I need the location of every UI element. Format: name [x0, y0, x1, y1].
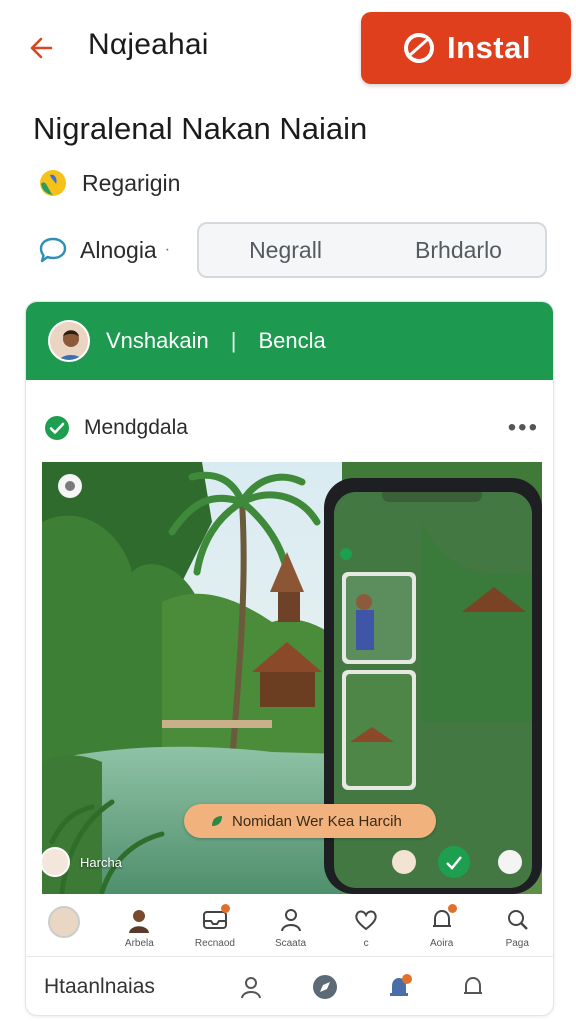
tab-negrall[interactable]: Negrall	[199, 224, 372, 276]
arrow-left-icon	[30, 37, 53, 59]
card-author-name: Vnshakain	[106, 328, 209, 353]
person-outline-icon	[241, 977, 261, 999]
avatar-icon	[47, 906, 80, 938]
chat-label: Alnogia	[80, 236, 157, 263]
bell-icon	[427, 904, 457, 934]
region-label: Regarigin	[82, 169, 181, 196]
inbox-badge	[220, 904, 230, 913]
card-header-separator: |	[230, 328, 237, 353]
chat-separator: ·	[164, 241, 171, 258]
scene-user-name: Harcha	[80, 854, 122, 870]
nav-label-paga: Paga	[505, 938, 529, 949]
card-author-sub: Bencla	[258, 328, 326, 353]
nav-label-heart: c	[363, 938, 369, 949]
nav-label-scaata: Scaata	[274, 938, 307, 949]
top-bar: Nαjeahai Instal	[0, 0, 576, 96]
nav-item-avatar[interactable]	[26, 906, 102, 942]
footer-label: Htaanlnaias	[44, 975, 155, 998]
card-header: Vnshakain | Bencla	[26, 302, 553, 380]
nav-label-arbela: Arbela	[124, 938, 154, 949]
toast-text: Nomidan Wer Kea Harcih	[232, 812, 402, 830]
install-icon	[404, 33, 435, 63]
app-title: Nαjeahai	[88, 28, 209, 61]
post-card: Vnshakain | Bencla Mendgdala ••• Nomidan…	[25, 301, 554, 1016]
install-button[interactable]: Instal	[361, 12, 571, 84]
verified-check-icon	[45, 416, 69, 440]
post-meta-row: Mendgdala •••	[44, 412, 539, 444]
nav-label-aoira: Aoira	[430, 938, 454, 949]
footer-bell-button[interactable]	[436, 974, 510, 1000]
segmented-tabs: Negrall Brhdarlo	[197, 222, 547, 278]
inbox-icon	[200, 904, 230, 934]
bell-outline-icon	[464, 976, 482, 994]
install-label: Instal	[447, 30, 531, 65]
nav-item-heart[interactable]: c	[328, 906, 404, 949]
scene-user-avatar	[40, 847, 70, 877]
profile-icon	[502, 906, 532, 934]
region-row[interactable]: Regarigin	[38, 166, 180, 200]
nav-label-recnaod: Recnaod	[194, 938, 235, 949]
chat-row[interactable]: Alnogia ·	[38, 232, 170, 268]
card-footer: Htaanlnaias	[26, 956, 553, 1015]
leaf-icon	[212, 816, 222, 826]
compass-icon	[313, 975, 337, 999]
nav-item-scaata[interactable]: Scaata	[253, 906, 329, 949]
page-title: Nigralenal Nakan Naiain	[33, 111, 368, 146]
tab-brhdarlo[interactable]: Brhdarlo	[372, 224, 545, 276]
toast-banner[interactable]: Nomidan Wer Kea Harcih	[184, 804, 436, 838]
person-icon	[124, 906, 154, 934]
chat-bubble-icon	[39, 237, 67, 263]
nav-item-aoira[interactable]: Aoira	[404, 904, 480, 949]
scene-user[interactable]: Harcha	[40, 847, 122, 877]
more-options-button[interactable]: •••	[508, 414, 539, 442]
bell-badge-icon	[390, 974, 412, 996]
bell-badge	[447, 904, 457, 913]
footer-compass-button[interactable]	[288, 973, 362, 1001]
app-page: Nαjeahai Instal Nigralenal Nakan Naiain …	[0, 0, 576, 1024]
back-button[interactable]	[22, 30, 58, 66]
card-nav: Arbela Recnaod Scaata c Aoira Paga	[26, 894, 553, 956]
card-avatar[interactable]	[48, 320, 90, 362]
nav-item-recnaod[interactable]: Recnaod	[177, 904, 253, 949]
globe-icon	[40, 170, 66, 196]
nav-item-arbela[interactable]: Arbela	[102, 906, 178, 949]
footer-person-button[interactable]	[214, 974, 288, 1000]
nav-item-paga[interactable]: Paga	[479, 906, 553, 949]
heart-icon	[351, 906, 381, 934]
footer-bell-badge-button[interactable]	[362, 973, 436, 1001]
post-label: Mendgdala	[84, 416, 188, 439]
people-icon	[276, 906, 306, 934]
